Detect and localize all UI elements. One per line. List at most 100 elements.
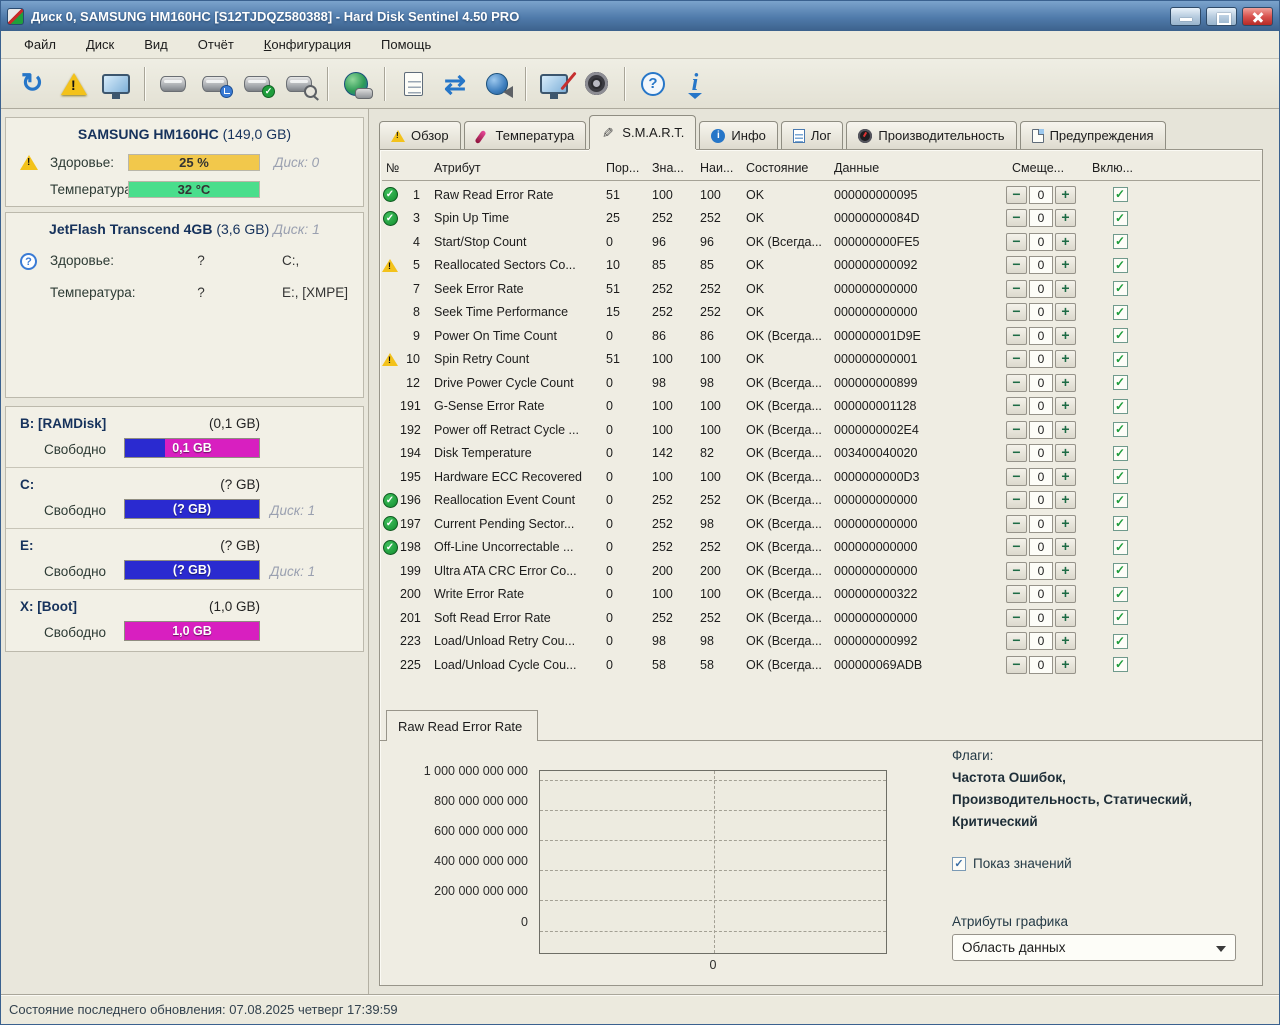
- enabled-checkbox[interactable]: [1113, 516, 1128, 531]
- smart-attribute-row[interactable]: 195Hardware ECC Recovered0100100OK (Всег…: [380, 465, 1262, 489]
- tab-инфо[interactable]: Инфо: [699, 121, 777, 149]
- enabled-checkbox[interactable]: [1113, 610, 1128, 625]
- tab-обзор[interactable]: Обзор: [379, 121, 461, 149]
- minimize-button[interactable]: [1170, 7, 1201, 26]
- enabled-checkbox[interactable]: [1113, 587, 1128, 602]
- toolbar-world-disk-button[interactable]: [335, 63, 377, 105]
- offset-minus-button[interactable]: −: [1006, 538, 1027, 556]
- menu-item-0[interactable]: Файл: [9, 33, 71, 56]
- smart-attribute-row[interactable]: 200Write Error Rate0100100OK (Всегда...0…: [380, 583, 1262, 607]
- col-header-number[interactable]: №: [380, 161, 428, 175]
- offset-plus-button[interactable]: +: [1055, 468, 1076, 486]
- toolbar-warning-status-button[interactable]: [53, 63, 95, 105]
- disk-card-samsung[interactable]: SAMSUNG HM160HC (149,0 GB) Здоровье: 25 …: [5, 117, 364, 207]
- offset-plus-button[interactable]: +: [1055, 585, 1076, 603]
- offset-minus-button[interactable]: −: [1006, 327, 1027, 345]
- menu-item-5[interactable]: Помощь: [366, 33, 446, 56]
- offset-minus-button[interactable]: −: [1006, 468, 1027, 486]
- offset-minus-button[interactable]: −: [1006, 397, 1027, 415]
- smart-attribute-row[interactable]: 191G-Sense Error Rate0100100OK (Всегда..…: [380, 395, 1262, 419]
- enabled-checkbox[interactable]: [1113, 234, 1128, 249]
- offset-minus-button[interactable]: −: [1006, 515, 1027, 533]
- offset-plus-button[interactable]: +: [1055, 327, 1076, 345]
- enabled-checkbox[interactable]: [1113, 399, 1128, 414]
- toolbar-disk-accept-button[interactable]: [236, 63, 278, 105]
- smart-attribute-row[interactable]: 199Ultra ATA CRC Error Co...0200200OK (В…: [380, 559, 1262, 583]
- smart-attribute-row[interactable]: 12Drive Power Cycle Count09898OK (Всегда…: [380, 371, 1262, 395]
- offset-minus-button[interactable]: −: [1006, 374, 1027, 392]
- smart-attribute-row[interactable]: 5Reallocated Sectors Co...108585OK000000…: [380, 254, 1262, 278]
- toolbar-refresh-button[interactable]: [11, 63, 53, 105]
- offset-minus-button[interactable]: −: [1006, 585, 1027, 603]
- tab-производительность[interactable]: Производительность: [846, 121, 1016, 149]
- smart-attribute-row[interactable]: 201Soft Read Error Rate0252252OK (Всегда…: [380, 606, 1262, 630]
- col-header-worst[interactable]: Наи...: [694, 161, 740, 175]
- menu-item-3[interactable]: Отчёт: [183, 33, 249, 56]
- partition-B[interactable]: B: [RAMDisk](0,1 GB)Свободно0,1 GB: [6, 407, 363, 468]
- partition-C[interactable]: C:(? GB)Свободно(? GB)Диск: 1: [6, 468, 363, 529]
- offset-minus-button[interactable]: −: [1006, 632, 1027, 650]
- offset-minus-button[interactable]: −: [1006, 233, 1027, 251]
- toolbar-screenshot-button[interactable]: [95, 63, 137, 105]
- col-header-status[interactable]: Состояние: [740, 161, 828, 175]
- toolbar-speaker-button[interactable]: [575, 63, 617, 105]
- tab-температура[interactable]: Температура: [464, 121, 587, 149]
- enabled-checkbox[interactable]: [1113, 281, 1128, 296]
- graph-attributes-dropdown[interactable]: Область данных: [952, 934, 1236, 961]
- offset-minus-button[interactable]: −: [1006, 350, 1027, 368]
- enabled-checkbox[interactable]: [1113, 305, 1128, 320]
- offset-minus-button[interactable]: −: [1006, 303, 1027, 321]
- toolbar-disk-schedule-button[interactable]: [194, 63, 236, 105]
- col-header-data[interactable]: Данные: [828, 161, 1000, 175]
- smart-attribute-row[interactable]: 4Start/Stop Count09696OK (Всегда...00000…: [380, 230, 1262, 254]
- offset-plus-button[interactable]: +: [1055, 186, 1076, 204]
- toolbar-info-button[interactable]: [674, 63, 716, 105]
- offset-plus-button[interactable]: +: [1055, 656, 1076, 674]
- toolbar-report-button[interactable]: [392, 63, 434, 105]
- enabled-checkbox[interactable]: [1113, 422, 1128, 437]
- offset-plus-button[interactable]: +: [1055, 562, 1076, 580]
- menu-item-1[interactable]: Диск: [71, 33, 129, 56]
- menu-item-2[interactable]: Вид: [129, 33, 183, 56]
- smart-attribute-row[interactable]: 10Spin Retry Count51100100OK000000000001…: [380, 348, 1262, 372]
- enabled-checkbox[interactable]: [1113, 258, 1128, 273]
- smart-attribute-row[interactable]: 8Seek Time Performance15252252OK00000000…: [380, 301, 1262, 325]
- offset-plus-button[interactable]: +: [1055, 397, 1076, 415]
- show-values-checkbox[interactable]: [952, 857, 966, 871]
- offset-plus-button[interactable]: +: [1055, 350, 1076, 368]
- offset-minus-button[interactable]: −: [1006, 421, 1027, 439]
- offset-plus-button[interactable]: +: [1055, 515, 1076, 533]
- chart-attribute-tab[interactable]: Raw Read Error Rate: [386, 710, 538, 741]
- offset-plus-button[interactable]: +: [1055, 444, 1076, 462]
- enabled-checkbox[interactable]: [1113, 657, 1128, 672]
- offset-minus-button[interactable]: −: [1006, 444, 1027, 462]
- offset-minus-button[interactable]: −: [1006, 609, 1027, 627]
- smart-attribute-row[interactable]: 194Disk Temperature014282OK (Всегда...00…: [380, 442, 1262, 466]
- offset-plus-button[interactable]: +: [1055, 491, 1076, 509]
- offset-plus-button[interactable]: +: [1055, 233, 1076, 251]
- offset-minus-button[interactable]: −: [1006, 256, 1027, 274]
- enabled-checkbox[interactable]: [1113, 493, 1128, 508]
- offset-plus-button[interactable]: +: [1055, 303, 1076, 321]
- offset-plus-button[interactable]: +: [1055, 632, 1076, 650]
- offset-plus-button[interactable]: +: [1055, 256, 1076, 274]
- offset-plus-button[interactable]: +: [1055, 280, 1076, 298]
- toolbar-help-button[interactable]: [632, 63, 674, 105]
- close-button[interactable]: [1242, 7, 1273, 26]
- enabled-checkbox[interactable]: [1113, 469, 1128, 484]
- toolbar-monitor-test-button[interactable]: [533, 63, 575, 105]
- smart-attribute-row[interactable]: 7Seek Error Rate51252252OK000000000000−0…: [380, 277, 1262, 301]
- toolbar-disk-detect-button[interactable]: [152, 63, 194, 105]
- smart-attribute-row[interactable]: 3Spin Up Time25252252OK00000000084D−0+: [380, 207, 1262, 231]
- toolbar-sync-button[interactable]: [434, 63, 476, 105]
- col-header-value[interactable]: Зна...: [646, 161, 694, 175]
- offset-plus-button[interactable]: +: [1055, 609, 1076, 627]
- enabled-checkbox[interactable]: [1113, 563, 1128, 578]
- enabled-checkbox[interactable]: [1113, 446, 1128, 461]
- enabled-checkbox[interactable]: [1113, 540, 1128, 555]
- smart-attribute-row[interactable]: 198Off-Line Uncorrectable ...0252252OK (…: [380, 536, 1262, 560]
- offset-minus-button[interactable]: −: [1006, 209, 1027, 227]
- tab-предупреждения[interactable]: Предупреждения: [1020, 121, 1166, 149]
- tab-лог[interactable]: Лог: [781, 121, 844, 149]
- smart-attribute-row[interactable]: 9Power On Time Count08686OK (Всегда...00…: [380, 324, 1262, 348]
